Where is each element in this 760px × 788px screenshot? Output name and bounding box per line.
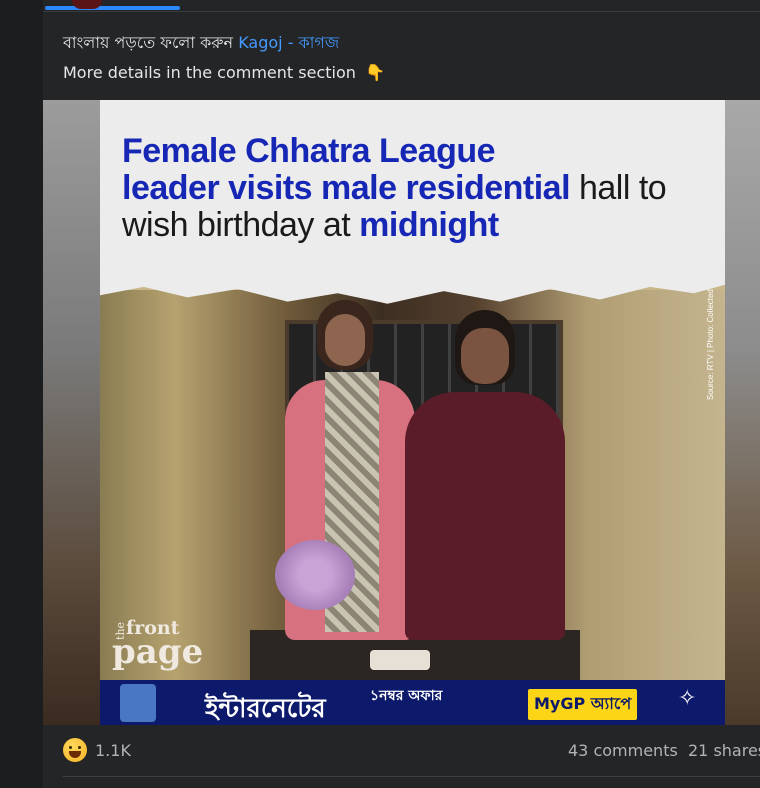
ad-headline: ইন্টারনেটের — [205, 694, 326, 724]
page-link[interactable]: Kagoj - কাগজ — [238, 33, 339, 52]
footer-divider — [63, 776, 760, 777]
shares-count[interactable]: 21 shares — [688, 741, 760, 760]
follow-prompt: বাংলায় পড়তে ফলো করুন — [63, 33, 234, 52]
details-text: More details in the comment section — [63, 63, 356, 82]
post-media[interactable]: Female Chhatra League leader visits male… — [43, 100, 760, 725]
headline-paper: Female Chhatra League leader visits male… — [100, 100, 725, 304]
media-blur-left — [43, 100, 100, 725]
ad-banner: ইন্টারনেটের ১নম্বর অফার MyGP অ্যাপে ✧ — [100, 680, 725, 725]
left-rail — [0, 0, 43, 788]
haha-reaction-icon[interactable] — [63, 738, 87, 762]
reaction-count[interactable]: 1.1K — [95, 741, 131, 760]
comments-count[interactable]: 43 comments — [568, 741, 678, 760]
grameenphone-logo-icon: ✧ — [678, 686, 697, 711]
avatar[interactable] — [72, 0, 102, 9]
phone-icon — [120, 684, 156, 722]
post-text-line-1: বাংলায় পড়তে ফলো করুন Kagoj - কাগজ — [63, 30, 339, 57]
image-credit: Source: RTV | Photo: Collected — [706, 289, 715, 400]
scene-cake — [370, 650, 430, 670]
post-text-line-2: More details in the comment section 👇 — [63, 63, 385, 82]
brand-logo: thefront page — [112, 617, 204, 673]
ad-badge: ১নম্বর অফার — [370, 688, 443, 704]
photo-person-man — [395, 310, 575, 640]
ad-button: MyGP অ্যাপে — [528, 689, 638, 720]
pointing-down-icon: 👇 — [364, 63, 385, 82]
active-tab-indicator — [45, 6, 180, 10]
handbag — [275, 540, 355, 610]
post-image[interactable]: Female Chhatra League leader visits male… — [100, 100, 725, 725]
media-blur-right — [725, 100, 760, 725]
image-headline: Female Chhatra League leader visits male… — [122, 132, 667, 244]
